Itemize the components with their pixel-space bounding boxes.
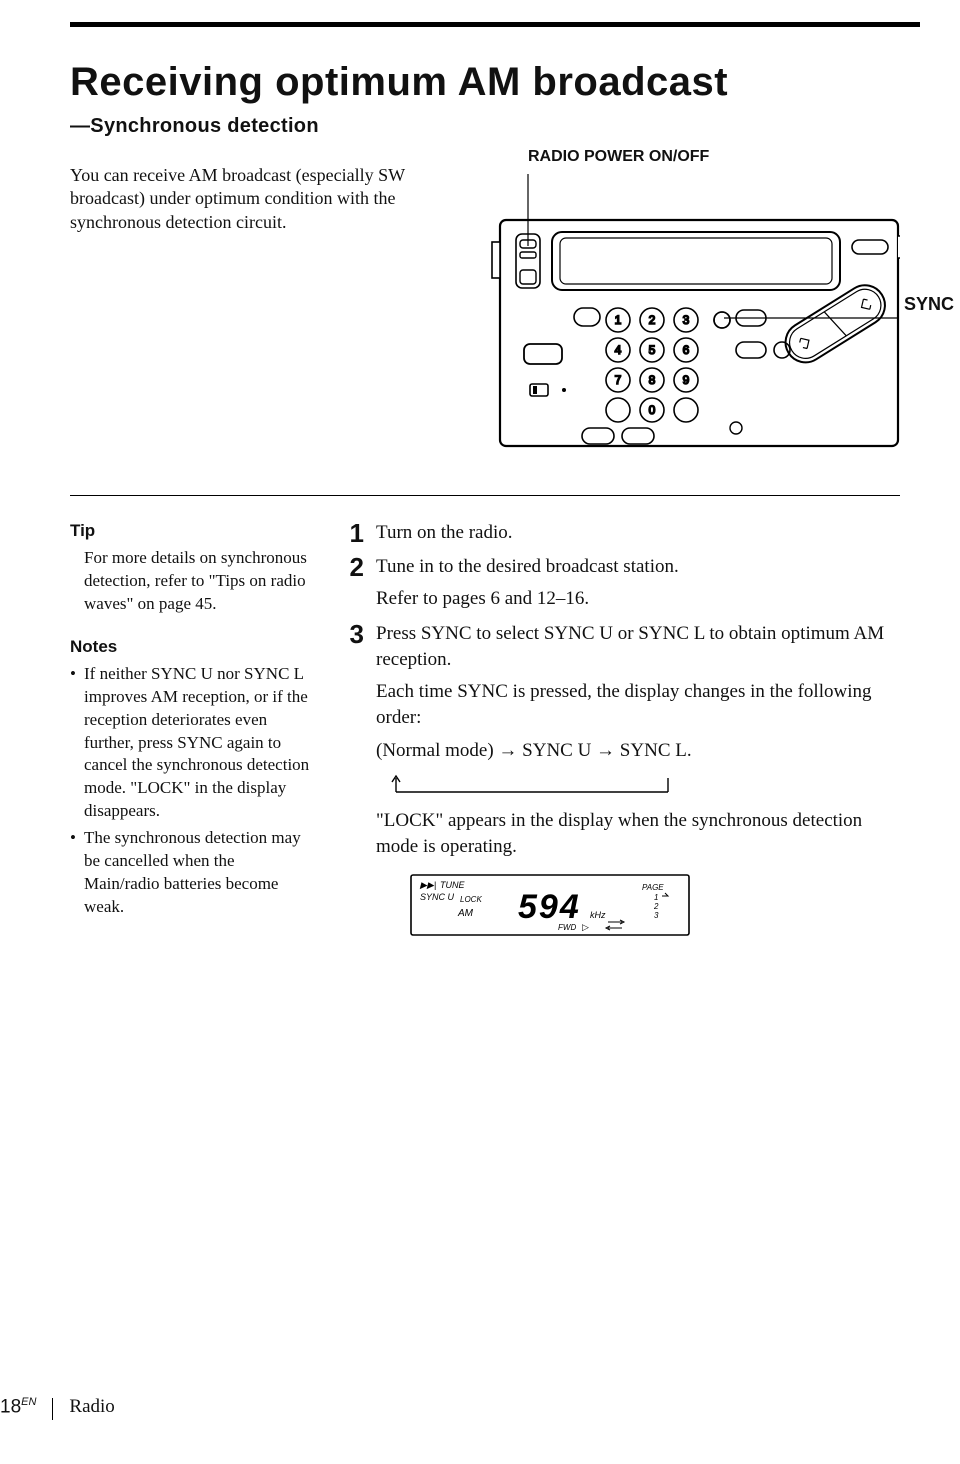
key-4: 4 xyxy=(615,343,622,357)
svg-text:594: 594 xyxy=(518,888,581,926)
lock-note: "LOCK" appears in the display when the s… xyxy=(376,808,900,860)
svg-text:1: 1 xyxy=(654,893,658,902)
step-1-text: Turn on the radio. xyxy=(376,520,900,546)
footer-separator xyxy=(52,1398,53,1420)
svg-text:2: 2 xyxy=(653,902,659,911)
svg-text:▶▶|: ▶▶| xyxy=(419,880,436,890)
footer-section: Radio xyxy=(69,1396,114,1418)
step-2-ref: Refer to pages 6 and 12–16. xyxy=(376,586,900,612)
key-5: 5 xyxy=(649,343,656,357)
step-number: 2 xyxy=(340,554,364,618)
step-number: 3 xyxy=(340,621,364,953)
mode-cycle-text: (Normal mode) → SYNC U → SYNC L. xyxy=(376,738,900,764)
radio-diagram: RADIO POWER ON/OFF SYNC xyxy=(440,150,900,455)
notes-heading: Notes xyxy=(70,636,314,659)
key-0: 0 xyxy=(649,403,656,417)
step-2-text: Tune in to the desired broadcast station… xyxy=(376,554,900,580)
note-item: If neither SYNC U nor SYNC L improves AM… xyxy=(84,663,314,824)
notes-list: If neither SYNC U nor SYNC L improves AM… xyxy=(70,663,314,919)
steps: 1 Turn on the radio. 2 Tune in to the de… xyxy=(340,520,900,955)
key-9: 9 xyxy=(683,373,690,387)
subtitle: —Synchronous detection xyxy=(70,115,900,138)
page-lang: EN xyxy=(21,1396,36,1408)
svg-text:kHz: kHz xyxy=(590,910,606,920)
page-title: Receiving optimum AM broadcast xyxy=(70,60,900,105)
tip-body: For more details on synchronous detectio… xyxy=(70,547,314,616)
step-number: 1 xyxy=(340,520,364,552)
svg-text:PAGE: PAGE xyxy=(642,883,664,892)
tip-heading: Tip xyxy=(70,520,314,543)
section-divider xyxy=(70,495,900,496)
svg-text:3: 3 xyxy=(654,911,659,920)
key-7: 7 xyxy=(615,373,622,387)
sync-label: SYNC xyxy=(904,294,954,315)
svg-text:TUNE: TUNE xyxy=(440,880,465,890)
key-6: 6 xyxy=(683,343,690,357)
svg-text:LOCK: LOCK xyxy=(460,895,482,904)
key-3: 3 xyxy=(683,313,690,327)
sidebar: Tip For more details on synchronous dete… xyxy=(70,520,314,955)
intro-paragraph: You can receive AM broadcast (especially… xyxy=(70,150,420,455)
page-footer: 18EN Radio xyxy=(0,1396,115,1418)
key-2: 2 xyxy=(649,313,656,327)
lcd-display: ▶▶| TUNE SYNC U LOCK AM 594 kHz PAGE 1 2… xyxy=(410,874,690,944)
key-8: 8 xyxy=(649,373,656,387)
svg-text:▷: ▷ xyxy=(582,922,589,932)
radio-illustration: 1 2 3 4 5 6 7 8 9 0 xyxy=(440,150,900,450)
svg-text:AM: AM xyxy=(457,908,474,919)
page-number: 18 xyxy=(0,1396,21,1417)
svg-text:SYNC U: SYNC U xyxy=(420,892,455,902)
step-3-text: Press SYNC to select SYNC U or SYNC L to… xyxy=(376,621,900,673)
key-1: 1 xyxy=(615,313,622,327)
step-3-extra: Each time SYNC is pressed, the display c… xyxy=(376,679,900,731)
top-rule xyxy=(70,22,920,27)
power-label: RADIO POWER ON/OFF xyxy=(528,148,709,166)
cycle-arrow-icon xyxy=(376,770,706,800)
note-item: The synchronous detection may be cancell… xyxy=(84,827,314,919)
svg-text:FWD: FWD xyxy=(558,923,576,932)
